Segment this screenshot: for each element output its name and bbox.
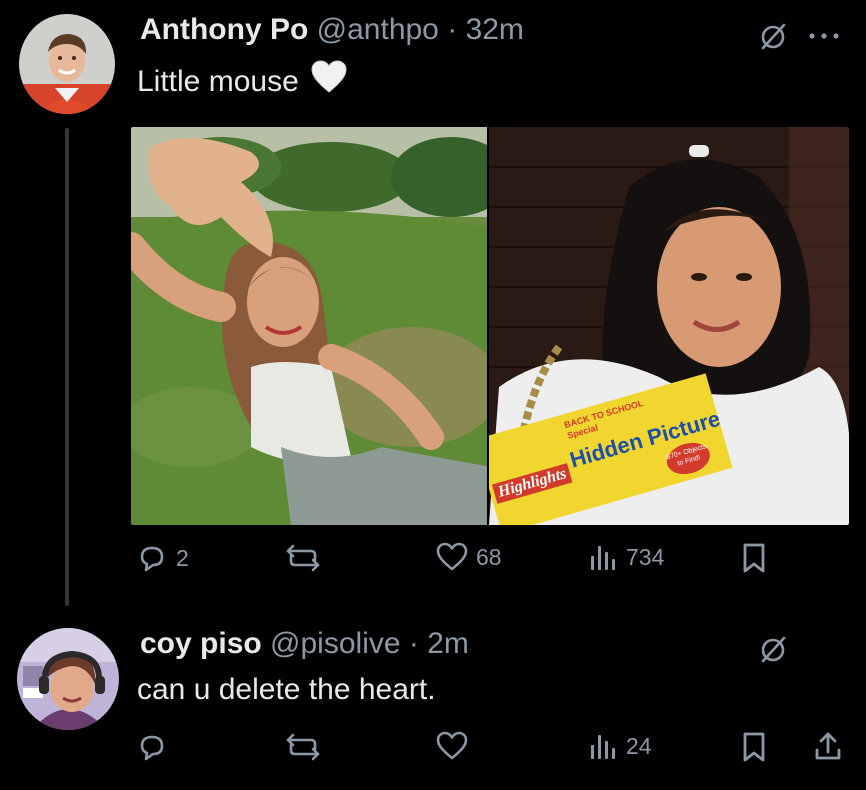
views-icon [588, 731, 618, 761]
tweet-body: Little mouse [137, 64, 299, 98]
views-action[interactable]: 24 [588, 731, 652, 761]
heart-icon [436, 731, 468, 761]
grok-icon[interactable] [757, 633, 789, 665]
avatar-coy-image [17, 628, 119, 730]
views-action[interactable]: 734 [588, 542, 664, 572]
grok-icon[interactable] [757, 20, 789, 52]
tweet1-header: Anthony Po @anthpo · 32m [140, 12, 524, 48]
reply-action[interactable]: 2 [136, 542, 189, 574]
display-name[interactable]: coy piso [140, 627, 262, 660]
thread-line [65, 128, 69, 606]
reply-icon [136, 542, 168, 574]
repost-action[interactable] [285, 542, 329, 574]
heart-icon [436, 542, 468, 572]
views-count: 24 [626, 733, 652, 759]
bookmark-icon[interactable] [741, 542, 767, 579]
more-icon[interactable] [806, 28, 842, 39]
avatar-anthony-image [19, 14, 115, 114]
avatar-anthony[interactable] [19, 14, 115, 114]
timestamp[interactable]: 2m [427, 627, 469, 660]
photo-right[interactable]: Highlights BACK TO SCHOOL Special Hidden… [489, 127, 849, 525]
tweet2-header: coy piso @pisolive · 2m [140, 626, 469, 662]
bookmark-icon[interactable] [741, 731, 767, 768]
repost-icon [285, 542, 321, 574]
user-handle[interactable]: @anthpo [317, 13, 439, 46]
separator-dot: · [447, 13, 458, 46]
like-action[interactable]: 68 [436, 542, 502, 572]
tweet1-text: Little mouse [137, 60, 347, 103]
views-icon [588, 542, 618, 572]
avatar-coy[interactable] [17, 628, 119, 730]
display-name[interactable]: Anthony Po [140, 13, 308, 46]
user-handle[interactable]: @pisolive [270, 627, 401, 660]
views-count: 734 [626, 544, 665, 570]
like-count: 68 [476, 544, 502, 570]
tweet1-media[interactable]: Highlights BACK TO SCHOOL Special Hidden… [131, 127, 849, 525]
tweet-body: can u delete the heart. [137, 673, 436, 706]
like-action[interactable] [436, 731, 476, 761]
reply-count: 2 [176, 545, 189, 571]
white-heart-emoji [311, 60, 347, 103]
repost-icon [285, 731, 321, 763]
tweet2-text: can u delete the heart. [137, 672, 436, 708]
separator-dot: · [408, 627, 419, 660]
reply-action[interactable] [136, 731, 176, 763]
repost-action[interactable] [285, 731, 329, 763]
magazine-brand: Highlights [491, 463, 573, 504]
reply-icon [136, 731, 168, 763]
timestamp[interactable]: 32m [466, 13, 524, 46]
photo-left[interactable] [131, 127, 487, 525]
share-icon[interactable] [813, 730, 843, 767]
